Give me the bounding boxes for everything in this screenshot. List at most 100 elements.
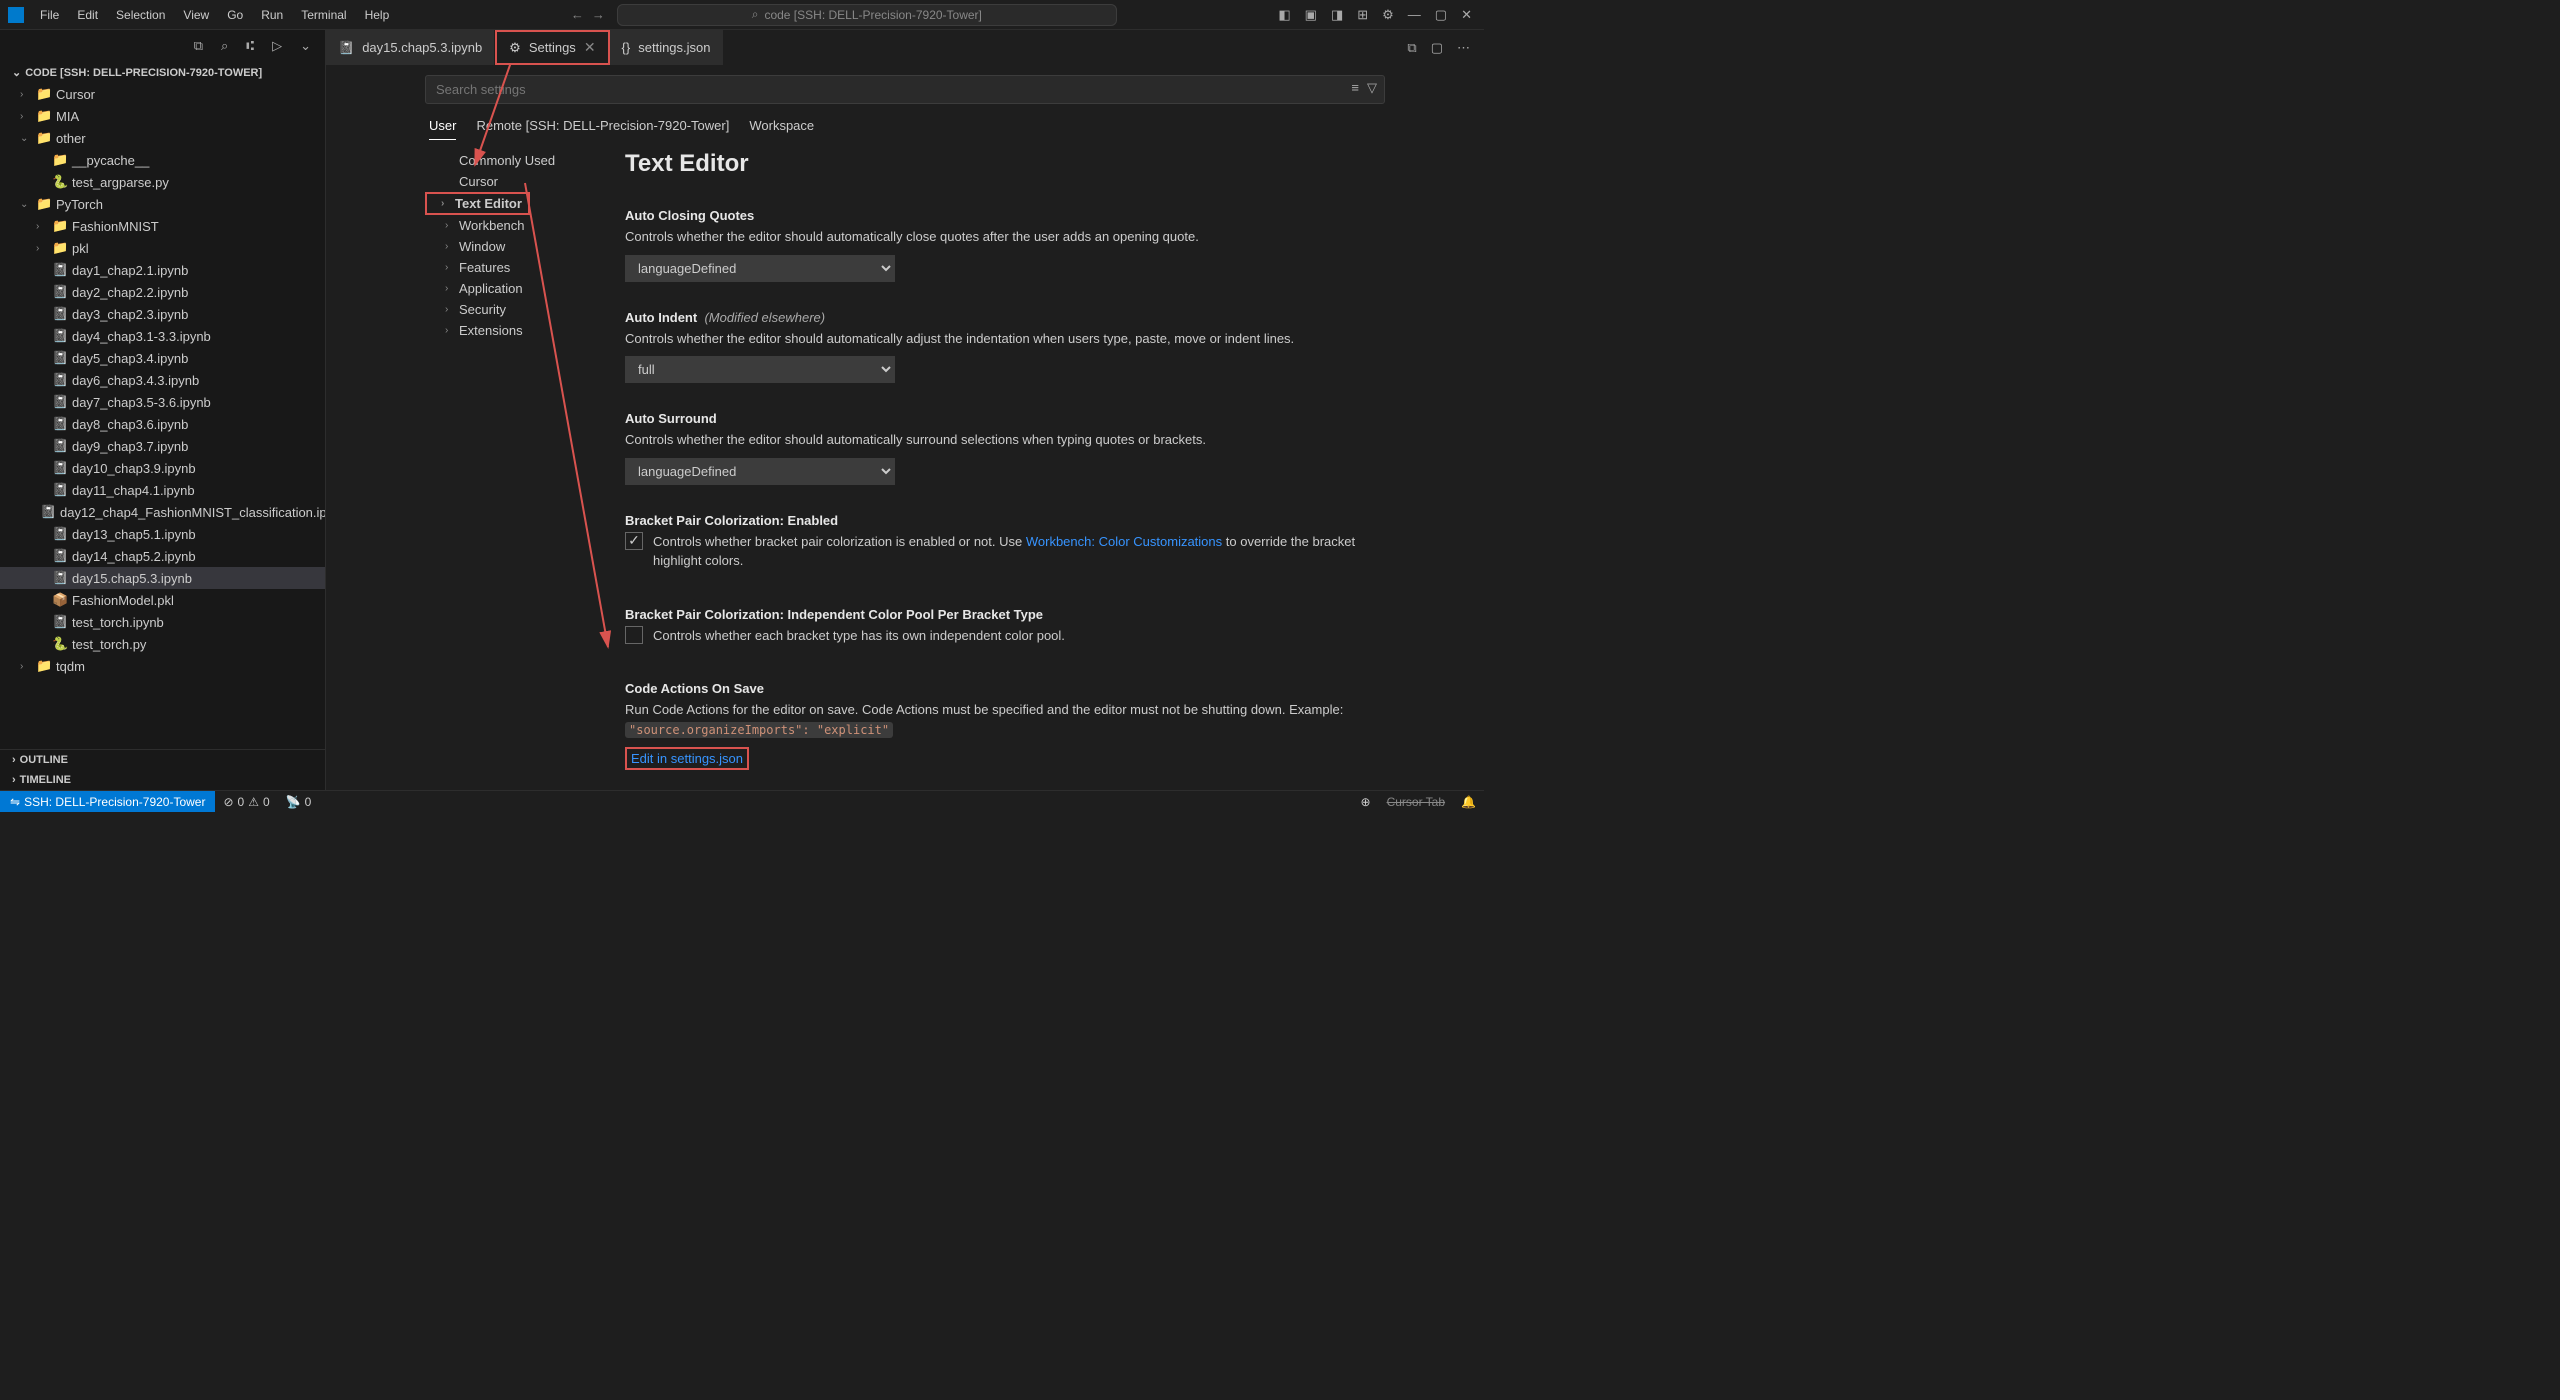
menubar: FileEditSelectionViewGoRunTerminalHelp [32, 4, 397, 26]
menu-selection[interactable]: Selection [108, 4, 173, 26]
zoom-icon[interactable]: ⊕ [1353, 795, 1379, 809]
clear-search-icon[interactable]: ≡ [1351, 80, 1359, 96]
tree-item[interactable]: ›📁pkl [0, 237, 325, 259]
nav-back-icon[interactable]: ← [571, 7, 584, 22]
tree-item[interactable]: 📓day13_chap5.1.ipynb [0, 523, 325, 545]
layout-sidebar-left-icon[interactable]: ◧ [1278, 7, 1290, 23]
tree-item[interactable]: ›📁Cursor [0, 83, 325, 105]
menu-file[interactable]: File [32, 4, 67, 26]
toc-item[interactable]: ›Application [425, 278, 595, 299]
edit-in-settings-json-link[interactable]: Edit in settings.json [625, 747, 749, 770]
setting-checkbox[interactable] [625, 532, 643, 550]
tree-item[interactable]: 📓day12_chap4_FashionMNIST_classification… [0, 501, 325, 523]
tree-item[interactable]: 🐍test_torch.py [0, 633, 325, 655]
ports-status[interactable]: 📡0 [278, 795, 320, 809]
editor-tab[interactable]: 📓day15.chap5.3.ipynb [326, 30, 495, 65]
tree-item[interactable]: 📁__pycache__ [0, 149, 325, 171]
tree-item[interactable]: 📓day2_chap2.2.ipynb [0, 281, 325, 303]
menu-go[interactable]: Go [219, 4, 251, 26]
split-editor-icon[interactable]: ▢ [1431, 40, 1443, 56]
gear-icon: ⚙ [509, 40, 521, 56]
timeline-section[interactable]: TIMELINE [0, 770, 325, 790]
tree-item[interactable]: 📓day9_chap3.7.ipynb [0, 435, 325, 457]
tree-item[interactable]: 📓day14_chap5.2.ipynb [0, 545, 325, 567]
outline-section[interactable]: OUTLINE [0, 750, 325, 770]
menu-edit[interactable]: Edit [69, 4, 106, 26]
close-window-icon[interactable]: ✕ [1461, 7, 1472, 23]
problems-status[interactable]: ⊘0 ⚠0 [215, 795, 277, 809]
explorer-title[interactable]: CODE [SSH: DELL-PRECISION-7920-TOWER] [0, 62, 325, 83]
maximize-icon[interactable]: ▢ [1435, 7, 1447, 23]
debug-icon[interactable]: ▷ [272, 38, 282, 54]
new-file-icon[interactable]: ⧉ [194, 38, 203, 54]
gear-icon[interactable]: ⚙ [1382, 7, 1394, 23]
toc-item[interactable]: ›Extensions [425, 320, 595, 341]
tree-item[interactable]: ›📁tqdm [0, 655, 325, 677]
folder-icon: 📁 [36, 108, 52, 124]
setting-checkbox[interactable] [625, 626, 643, 644]
toc-label: Extensions [459, 323, 523, 338]
toc-item[interactable]: Commonly Used [425, 150, 595, 171]
nb-icon: 📓 [52, 394, 68, 410]
editor-tab[interactable]: {}settings.json [610, 30, 724, 65]
tree-item[interactable]: 📓day3_chap2.3.ipynb [0, 303, 325, 325]
toc-item[interactable]: ›Workbench [425, 215, 595, 236]
tree-item[interactable]: 📓day11_chap4.1.ipynb [0, 479, 325, 501]
menu-run[interactable]: Run [253, 4, 291, 26]
toc-item[interactable]: ›Features [425, 257, 595, 278]
minimize-icon[interactable]: — [1408, 7, 1421, 23]
tree-item[interactable]: ⌄📁PyTorch [0, 193, 325, 215]
app-logo [8, 7, 24, 23]
close-tab-icon[interactable]: ✕ [584, 39, 596, 56]
menu-terminal[interactable]: Terminal [293, 4, 354, 26]
setting-select[interactable]: languageDefined [625, 255, 895, 282]
scope-tab[interactable]: Workspace [749, 118, 814, 140]
toc-item[interactable]: ›Security [425, 299, 595, 320]
tree-item[interactable]: 📓day15.chap5.3.ipynb [0, 567, 325, 589]
setting-auto-closing-quotes: Auto Closing Quotes Controls whether the… [625, 208, 1385, 282]
toc-item[interactable]: Cursor [425, 171, 595, 192]
tree-item[interactable]: 📓day10_chap3.9.ipynb [0, 457, 325, 479]
layout-panel-icon[interactable]: ▣ [1305, 7, 1317, 23]
tree-item[interactable]: ›📁FashionMNIST [0, 215, 325, 237]
more-icon[interactable]: ⌄ [300, 38, 311, 54]
command-center[interactable]: ⌕ code [SSH: DELL-Precision-7920-Tower] [617, 4, 1117, 26]
tree-item[interactable]: ›📁MIA [0, 105, 325, 127]
more-actions-icon[interactable]: ⋯ [1457, 40, 1470, 56]
filter-icon[interactable]: ▽ [1367, 80, 1377, 96]
tree-item[interactable]: 📓day5_chap3.4.ipynb [0, 347, 325, 369]
tree-item[interactable]: 📓day1_chap2.1.ipynb [0, 259, 325, 281]
setting-select[interactable]: full [625, 356, 895, 383]
tree-item[interactable]: ⌄📁other [0, 127, 325, 149]
remote-indicator[interactable]: ⇋ SSH: DELL-Precision-7920-Tower [0, 791, 215, 812]
toc-item[interactable]: ›Text Editor [425, 192, 530, 215]
notifications-icon[interactable]: 🔔 [1453, 795, 1484, 809]
scope-tab[interactable]: Remote [SSH: DELL-Precision-7920-Tower] [476, 118, 729, 140]
editor-tabs: 📓day15.chap5.3.ipynb⚙Settings✕{}settings… [326, 30, 1484, 65]
tree-item[interactable]: 📓day8_chap3.6.ipynb [0, 413, 325, 435]
tree-item[interactable]: 📓test_torch.ipynb [0, 611, 325, 633]
tree-item[interactable]: 📓day6_chap3.4.3.ipynb [0, 369, 325, 391]
nav-forward-icon[interactable]: → [592, 7, 605, 22]
editor-tab[interactable]: ⚙Settings✕ [495, 30, 609, 65]
menu-help[interactable]: Help [357, 4, 398, 26]
customize-layout-icon[interactable]: ⊞ [1357, 7, 1368, 23]
menu-view[interactable]: View [175, 4, 217, 26]
search-icon[interactable]: ⌕ [221, 38, 228, 54]
new-tab-icon[interactable]: ⧉ [1407, 40, 1416, 56]
nb-icon: 📓 [52, 614, 68, 630]
settings-search-input[interactable] [425, 75, 1385, 104]
tree-item[interactable]: 📓day4_chap3.1-3.3.ipynb [0, 325, 325, 347]
tree-item[interactable]: 🐍test_argparse.py [0, 171, 325, 193]
tree-item[interactable]: 📓day7_chap3.5-3.6.ipynb [0, 391, 325, 413]
tree-item[interactable]: 📦FashionModel.pkl [0, 589, 325, 611]
scope-tab[interactable]: User [429, 118, 456, 140]
workbench-color-link[interactable]: Workbench: Color Customizations [1026, 534, 1222, 549]
toc-label: Window [459, 239, 505, 254]
toc-label: Security [459, 302, 506, 317]
cursor-tab-status[interactable]: Cursor Tab [1379, 795, 1453, 809]
layout-sidebar-right-icon[interactable]: ◨ [1331, 7, 1343, 23]
setting-select[interactable]: languageDefined [625, 458, 895, 485]
source-control-icon[interactable]: ⑆ [246, 38, 254, 54]
toc-item[interactable]: ›Window [425, 236, 595, 257]
